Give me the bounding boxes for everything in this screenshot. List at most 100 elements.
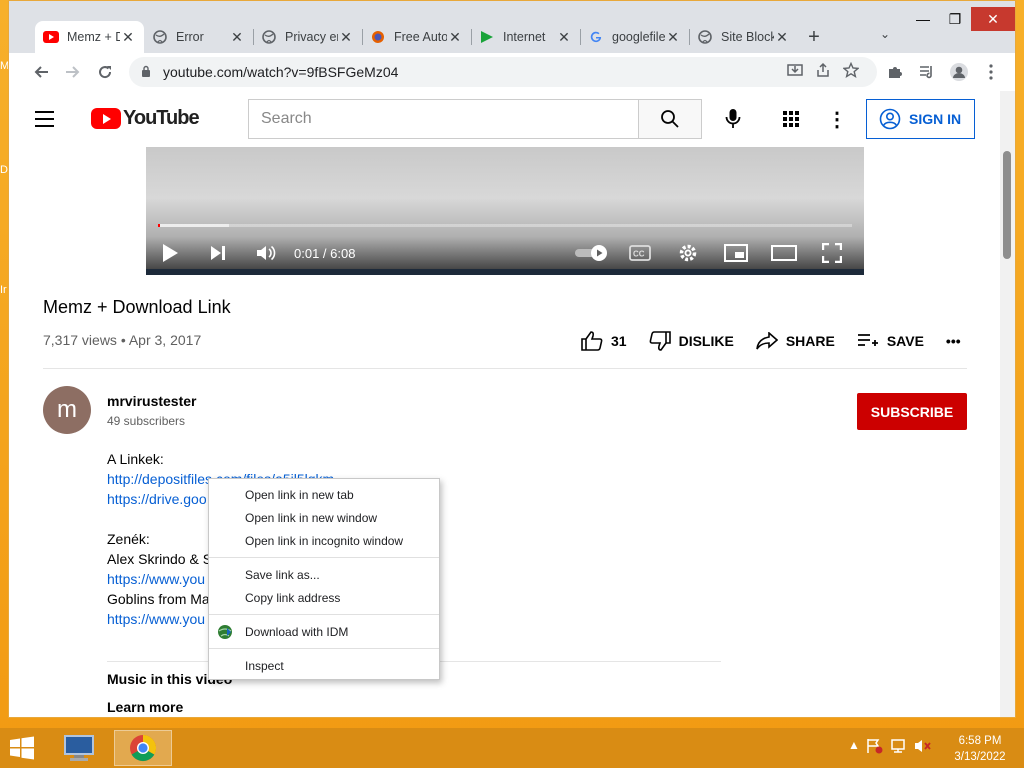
globe-icon [697, 29, 713, 45]
minimize-button[interactable]: — [907, 7, 939, 31]
dislike-button[interactable]: DISLIKE [649, 331, 734, 351]
chrome-menu-icon[interactable] [975, 57, 1007, 87]
tab-free-auto-clicker[interactable]: Free Auto Clicker ✕ [362, 21, 471, 53]
close-icon[interactable]: ✕ [665, 29, 681, 46]
video-meta: 7,317 views • Apr 3, 2017 [43, 332, 202, 348]
play-button[interactable] [146, 235, 194, 271]
next-button[interactable] [194, 235, 242, 271]
tab-internet[interactable]: Internet ✕ [471, 21, 580, 53]
subtitles-button[interactable]: CC [616, 235, 664, 271]
menu-separator [209, 557, 439, 558]
reload-button[interactable] [89, 56, 121, 88]
new-tab-button[interactable]: + [798, 21, 830, 53]
dislike-label: DISLIKE [678, 333, 734, 349]
page-scrollbar[interactable] [1000, 91, 1015, 717]
install-app-icon[interactable] [781, 62, 809, 82]
ctx-open-new-tab[interactable]: Open link in new tab [209, 483, 439, 506]
desktop-icon-label[interactable]: Ir [0, 284, 8, 296]
tab-error[interactable]: Error ✕ [144, 21, 253, 53]
start-button[interactable] [8, 736, 36, 760]
idm-globe-icon [218, 625, 232, 639]
tab-privacy-error[interactable]: Privacy error ✕ [253, 21, 362, 53]
close-icon[interactable]: ✕ [556, 29, 572, 46]
like-count: 31 [611, 333, 627, 349]
sign-in-button[interactable]: SIGN IN [866, 99, 975, 139]
close-icon[interactable]: ✕ [774, 29, 790, 46]
thumbs-down-icon [649, 331, 671, 351]
back-button[interactable] [25, 56, 57, 88]
close-icon[interactable]: ✕ [229, 29, 245, 46]
sign-in-label: SIGN IN [909, 111, 962, 127]
ctx-download-idm[interactable]: Download with IDM [209, 620, 439, 643]
network-icon[interactable] [890, 738, 908, 754]
action-center-flag-icon[interactable] [866, 738, 884, 754]
url-text[interactable]: youtube.com/watch?v=9fBSFGeMz04 [163, 64, 781, 80]
play-green-icon [479, 29, 495, 45]
ctx-inspect[interactable]: Inspect [209, 654, 439, 677]
settings-button[interactable] [664, 235, 712, 271]
search-button[interactable] [638, 99, 702, 139]
forward-button[interactable] [57, 56, 89, 88]
subscribe-button[interactable]: SUBSCRIBE [857, 393, 967, 430]
desktop-icon-label[interactable]: M [0, 60, 8, 72]
share-icon[interactable] [809, 62, 837, 82]
desktop-icon-label[interactable]: D [0, 164, 8, 176]
bookmark-star-icon[interactable] [837, 61, 865, 82]
extensions-puzzle-icon[interactable] [879, 57, 911, 87]
video-player[interactable]: 0:01 / 6:08 CC [146, 147, 864, 275]
youtube-icon [43, 29, 59, 45]
share-button[interactable]: SHARE [756, 332, 835, 350]
played-bar [158, 224, 161, 227]
video-actions: 31 DISLIKE SHARE SAVE ••• [581, 331, 983, 351]
tab-youtube[interactable]: Memz + Download Link ✕ [35, 21, 144, 53]
settings-more-button[interactable]: ⋮ [821, 103, 853, 135]
channel-avatar[interactable]: m [43, 386, 91, 434]
volume-button[interactable] [242, 235, 290, 271]
progress-bar[interactable] [158, 224, 852, 227]
learn-more-link[interactable]: Learn more [107, 699, 183, 715]
computer-icon [64, 735, 94, 761]
ctx-save-link[interactable]: Save link as... [209, 563, 439, 586]
fullscreen-icon [822, 243, 842, 263]
svg-text:CC: CC [633, 250, 645, 259]
close-icon[interactable]: ✕ [447, 29, 463, 46]
profile-avatar-icon[interactable] [943, 57, 975, 87]
maximize-button[interactable]: ❐ [939, 7, 971, 31]
more-actions-button[interactable]: ••• [946, 333, 961, 349]
close-window-button[interactable]: ✕ [971, 7, 1015, 31]
tab-site-blocked[interactable]: Site Blocked ✕ [689, 21, 798, 53]
subscriber-count: 49 subscribers [107, 414, 186, 428]
miniplayer-button[interactable] [712, 235, 760, 271]
description-line: A Linkek: [107, 451, 164, 467]
hamburger-menu-icon[interactable] [35, 105, 63, 133]
channel-name[interactable]: mrvirustester [107, 393, 197, 409]
scrollbar-thumb[interactable] [1003, 151, 1011, 259]
tab-googlefiles[interactable]: googlefiles ✕ [580, 21, 689, 53]
like-button[interactable]: 31 [581, 331, 627, 351]
taskbar-clock[interactable]: 6:58 PM 3/13/2022 [952, 733, 1008, 765]
youtube-apps-grid-icon[interactable] [775, 103, 807, 135]
tray-expand-icon[interactable]: ▲ [848, 738, 860, 754]
close-icon[interactable]: ✕ [338, 29, 354, 46]
video-title: Memz + Download Link [43, 297, 231, 317]
ctx-open-incognito[interactable]: Open link in incognito window [209, 529, 439, 552]
address-bar[interactable]: youtube.com/watch?v=9fBSFGeMz04 [129, 57, 877, 87]
miniplayer-icon [724, 244, 748, 262]
fullscreen-button[interactable] [808, 235, 856, 271]
tab-search-button[interactable]: ⌄ [875, 27, 895, 47]
ctx-open-new-window[interactable]: Open link in new window [209, 506, 439, 529]
close-icon[interactable]: ✕ [120, 29, 136, 46]
volume-muted-icon[interactable] [914, 738, 932, 754]
youtube-logo[interactable]: YouTube [91, 107, 200, 130]
firefox-icon [370, 29, 386, 45]
media-control-icon[interactable] [911, 57, 943, 87]
search-input[interactable]: Search [248, 99, 639, 139]
autoplay-toggle[interactable] [568, 235, 616, 271]
lock-icon[interactable] [141, 65, 155, 80]
ctx-copy-link[interactable]: Copy link address [209, 586, 439, 609]
theater-mode-button[interactable] [760, 235, 808, 271]
taskbar-chrome[interactable] [114, 730, 172, 766]
taskbar-explorer[interactable] [50, 730, 108, 766]
save-button[interactable]: SAVE [857, 333, 924, 349]
voice-search-button[interactable] [717, 103, 749, 135]
